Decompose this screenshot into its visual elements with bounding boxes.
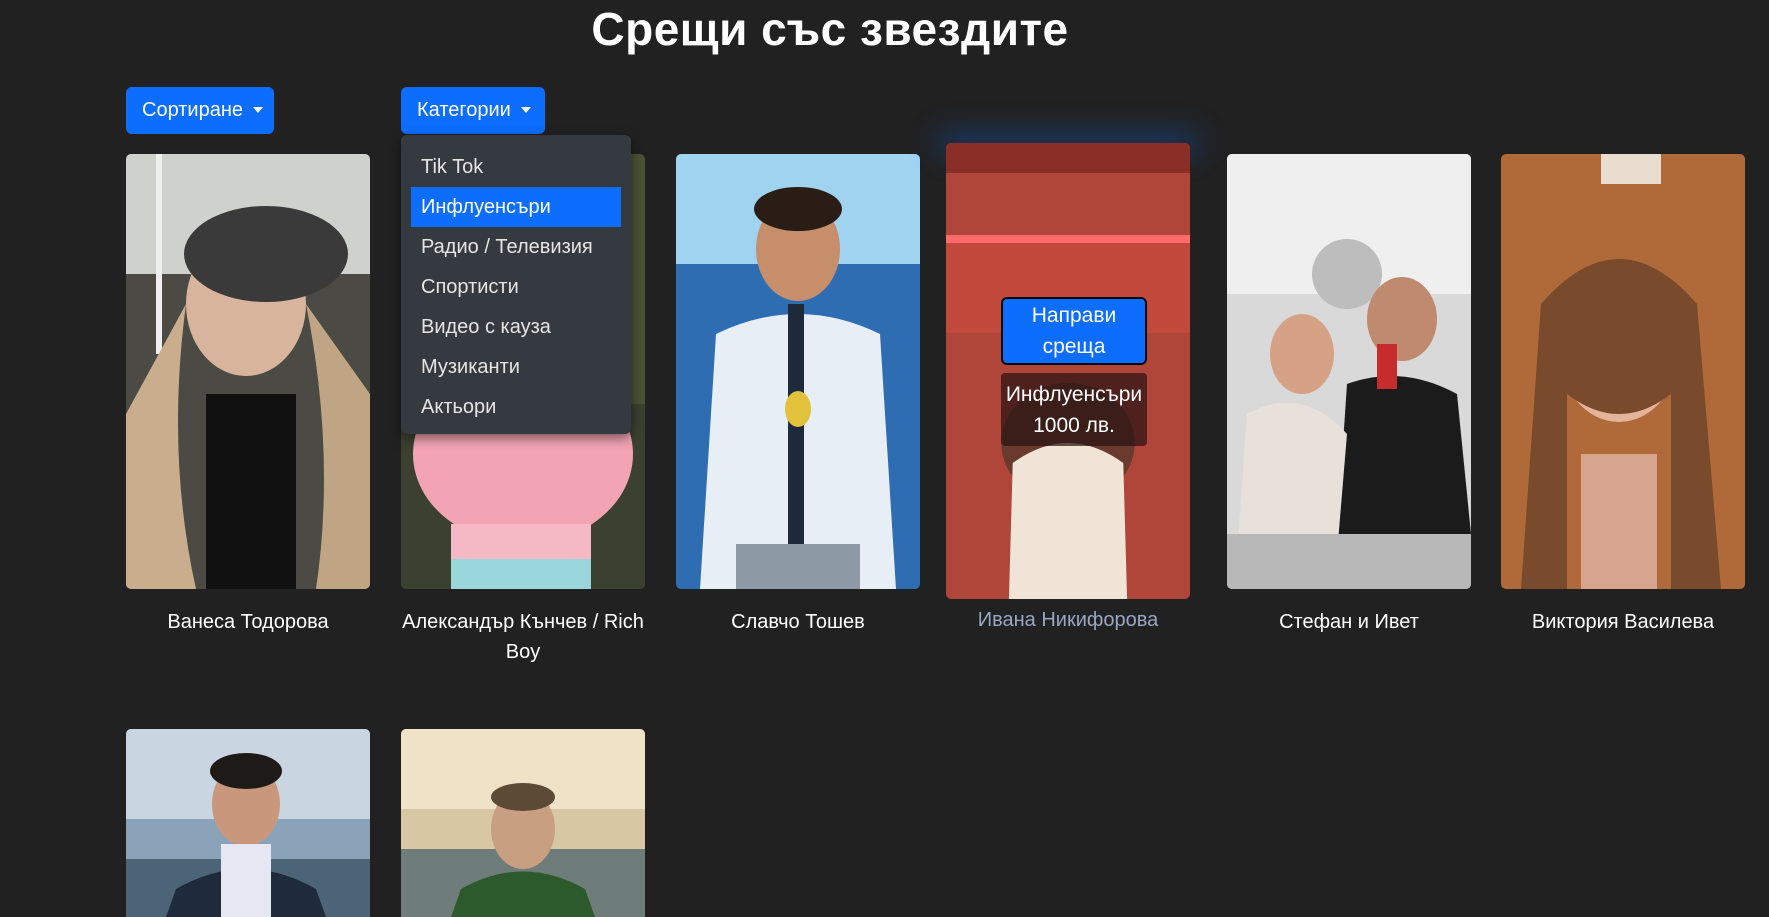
celebrity-name[interactable]: Ивана Никифорова xyxy=(936,605,1200,635)
card-category: Инфлуенсъри xyxy=(1005,382,1143,406)
celebrity-photo[interactable] xyxy=(946,143,1190,599)
celebrity-photo[interactable] xyxy=(126,154,370,589)
dropdown-item-influencers[interactable]: Инфлуенсъри xyxy=(411,187,621,227)
celebrity-name[interactable]: Виктория Василева xyxy=(1491,607,1755,637)
dropdown-item-video-cause[interactable]: Видео с кауза xyxy=(411,307,621,347)
page-title: Срещи със звездите xyxy=(591,3,1069,55)
card-price: 1000 лв. xyxy=(1033,413,1115,437)
dropdown-item-musicians[interactable]: Музиканти xyxy=(411,347,621,387)
categories-label: Категории xyxy=(417,99,511,121)
dropdown-item-athletes[interactable]: Спортисти xyxy=(411,267,621,307)
dropdown-item-actors[interactable]: Актьори xyxy=(411,387,621,427)
dropdown-item-tiktok[interactable]: Tik Tok xyxy=(411,147,621,187)
caret-down-icon xyxy=(520,106,531,113)
celebrity-photo[interactable] xyxy=(401,729,645,917)
card-info-overlay: Инфлуенсъри 1000 лв. xyxy=(1001,373,1147,446)
categories-dropdown-menu: Tik Tok Инфлуенсъри Радио / Телевизия Сп… xyxy=(401,135,631,434)
celebrity-name[interactable]: Славчо Тошев xyxy=(666,607,930,637)
celebrity-name[interactable]: Александър Кънчев / Rich Boy xyxy=(391,607,655,667)
dropdown-item-radio-tv[interactable]: Радио / Телевизия xyxy=(411,227,621,267)
celebrity-photo[interactable] xyxy=(126,729,370,917)
page: Срещи със звездите Сортиране Категории В… xyxy=(0,0,1769,917)
categories-dropdown-button[interactable]: Категории xyxy=(401,87,545,134)
celebrity-name[interactable]: Стефан и Ивет xyxy=(1217,607,1481,637)
celebrity-photo[interactable] xyxy=(676,154,920,589)
sort-dropdown-button[interactable]: Сортиране xyxy=(126,87,274,134)
celebrity-name[interactable]: Ванеса Тодорова xyxy=(116,607,380,637)
sort-label: Сортиране xyxy=(142,99,243,121)
celebrity-photo[interactable] xyxy=(1501,154,1745,589)
make-meeting-button[interactable]: Направи среща xyxy=(1001,297,1147,365)
caret-down-icon xyxy=(253,106,263,113)
celebrity-photo[interactable] xyxy=(1227,154,1471,589)
